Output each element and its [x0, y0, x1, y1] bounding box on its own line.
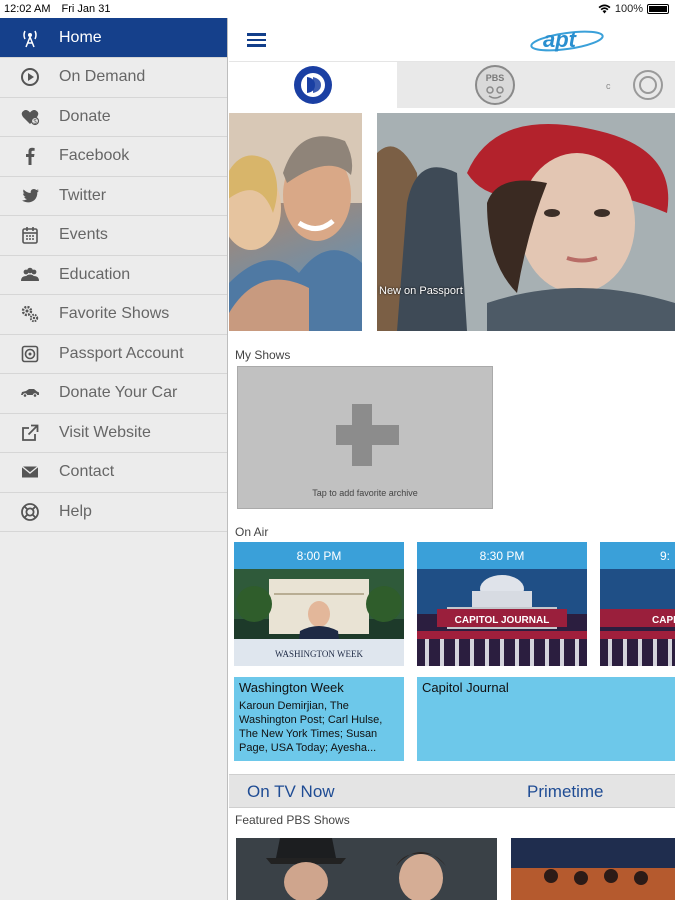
calendar-icon	[19, 224, 41, 246]
hero-caption: New on Passport	[379, 285, 463, 297]
tab-pbs-main[interactable]	[229, 62, 397, 108]
on-air-title: Washington Week	[239, 680, 344, 695]
tab-create[interactable]: c	[593, 62, 675, 108]
on-air-info: Capitol Journal	[417, 677, 675, 761]
featured-show-card[interactable]	[511, 838, 675, 900]
featured-show-card[interactable]	[236, 838, 497, 900]
status-time: 12:02 AM	[4, 3, 51, 15]
sidebar-item-label: Favorite Shows	[59, 305, 170, 323]
sidebar-item-label: Events	[59, 226, 108, 244]
sidebar-item-help[interactable]: Help	[0, 493, 227, 532]
sidebar: Home On Demand $ Donate Facebook Twitter…	[0, 18, 228, 900]
hero-image-couple[interactable]	[229, 113, 362, 331]
on-air-title: Capitol Journal	[422, 680, 509, 695]
sidebar-item-favorite-shows[interactable]: Favorite Shows	[0, 295, 227, 335]
tab-primetime[interactable]: Primetime	[527, 782, 604, 802]
sidebar-item-donate[interactable]: $ Donate	[0, 98, 227, 137]
on-air-label: On Air	[235, 525, 269, 539]
mail-icon	[19, 461, 41, 483]
create-logo-icon: c	[606, 70, 663, 100]
sidebar-item-visit-website[interactable]: Visit Website	[0, 414, 227, 453]
tv-tabs: On TV Now Primetime	[229, 774, 675, 808]
sidebar-item-label: Facebook	[59, 147, 130, 165]
my-shows-label: My Shows	[235, 348, 291, 362]
sidebar-item-facebook[interactable]: Facebook	[0, 137, 227, 177]
sidebar-item-label: Visit Website	[59, 423, 151, 441]
create-logo-text: c	[606, 81, 611, 91]
heart-icon: $	[19, 106, 41, 128]
sidebar-item-label: Help	[59, 502, 92, 520]
sidebar-item-label: On Demand	[59, 68, 146, 86]
featured-label: Featured PBS Shows	[235, 813, 350, 827]
wifi-icon	[598, 4, 611, 14]
tab-on-tv-now[interactable]: On TV Now	[247, 782, 335, 802]
on-air-time: 8:00 PM	[234, 542, 404, 569]
sidebar-item-home[interactable]: Home	[0, 18, 227, 58]
sidebar-item-label: Home	[59, 28, 102, 46]
twitter-icon	[19, 185, 41, 207]
sidebar-item-donate-your-car[interactable]: Donate Your Car	[0, 374, 227, 414]
hamburger-menu-icon[interactable]	[247, 33, 266, 47]
main-content: apt PBS c New on Passport My Shows Tap t…	[229, 18, 675, 900]
apt-logo: apt	[530, 27, 604, 52]
add-favorite-card[interactable]: Tap to add favorite archive	[237, 366, 493, 509]
on-air-time: 9:	[600, 542, 675, 569]
battery-percent: 100%	[614, 3, 643, 15]
apt-logo-text: apt	[543, 27, 578, 52]
battery-icon	[647, 4, 669, 14]
people-icon	[19, 264, 41, 286]
on-air-card-washington-week[interactable]: 8:00 PM WASHINGTON WEEK Washington Week …	[234, 542, 404, 761]
play-icon	[19, 66, 41, 88]
status-bar: 12:02 AM Fri Jan 31 100%	[0, 0, 675, 18]
channel-tabs: PBS c	[229, 62, 675, 108]
sidebar-item-twitter[interactable]: Twitter	[0, 177, 227, 216]
passport-icon	[19, 343, 41, 365]
on-air-info: Washington Week Karoun Demirjian, The Wa…	[234, 677, 404, 761]
sidebar-item-on-demand[interactable]: On Demand	[0, 58, 227, 98]
gears-icon	[19, 303, 41, 325]
on-air-description: Karoun Demirjian, The Washington Post; C…	[239, 700, 383, 754]
hero-image-new-on-passport[interactable]: New on Passport	[377, 113, 675, 331]
external-link-icon	[19, 422, 41, 444]
tab-pbs-kids[interactable]: PBS	[397, 62, 593, 108]
antenna-icon	[19, 27, 41, 49]
on-air-time: 8:30 PM	[417, 542, 587, 569]
sidebar-item-education[interactable]: Education	[0, 256, 227, 295]
sidebar-item-contact[interactable]: Contact	[0, 453, 227, 493]
on-air-thumbnail: CAPI JOU	[600, 569, 675, 666]
sidebar-item-passport-account[interactable]: Passport Account	[0, 335, 227, 374]
thumbnail-text: CAPI JOU	[652, 615, 675, 626]
car-icon	[19, 382, 41, 404]
thumbnail-text: WASHINGTON WEEK	[275, 649, 363, 659]
sidebar-item-label: Twitter	[59, 186, 107, 204]
pbs-logo-icon	[294, 66, 332, 104]
status-date: Fri Jan 31	[61, 3, 111, 15]
top-bar: apt	[229, 18, 675, 62]
sidebar-item-label: Passport Account	[59, 344, 184, 362]
sidebar-item-label: Donate Your Car	[59, 384, 178, 402]
sidebar-item-label: Donate	[59, 107, 111, 125]
thumbnail-text: CAPITOL JOURNAL	[455, 615, 550, 626]
pbs-kids-logo-text: PBS	[486, 73, 505, 83]
add-favorite-text: Tap to add favorite archive	[312, 488, 418, 498]
sidebar-item-label: Contact	[59, 463, 115, 481]
on-air-card-partial[interactable]: 9: CAPI JOU	[600, 542, 675, 666]
sidebar-item-events[interactable]: Events	[0, 216, 227, 256]
facebook-icon	[19, 145, 41, 167]
on-air-card-capitol-journal[interactable]: 8:30 PM CAPITOL JOURNAL Capitol Journal	[417, 542, 675, 761]
hero-carousel[interactable]: New on Passport	[229, 113, 675, 331]
on-air-thumbnail: WASHINGTON WEEK	[234, 569, 404, 666]
on-air-thumbnail: CAPITOL JOURNAL	[417, 569, 587, 666]
pbs-kids-logo-icon: PBS	[475, 65, 515, 105]
help-icon	[19, 501, 41, 523]
sidebar-item-label: Education	[59, 265, 131, 283]
